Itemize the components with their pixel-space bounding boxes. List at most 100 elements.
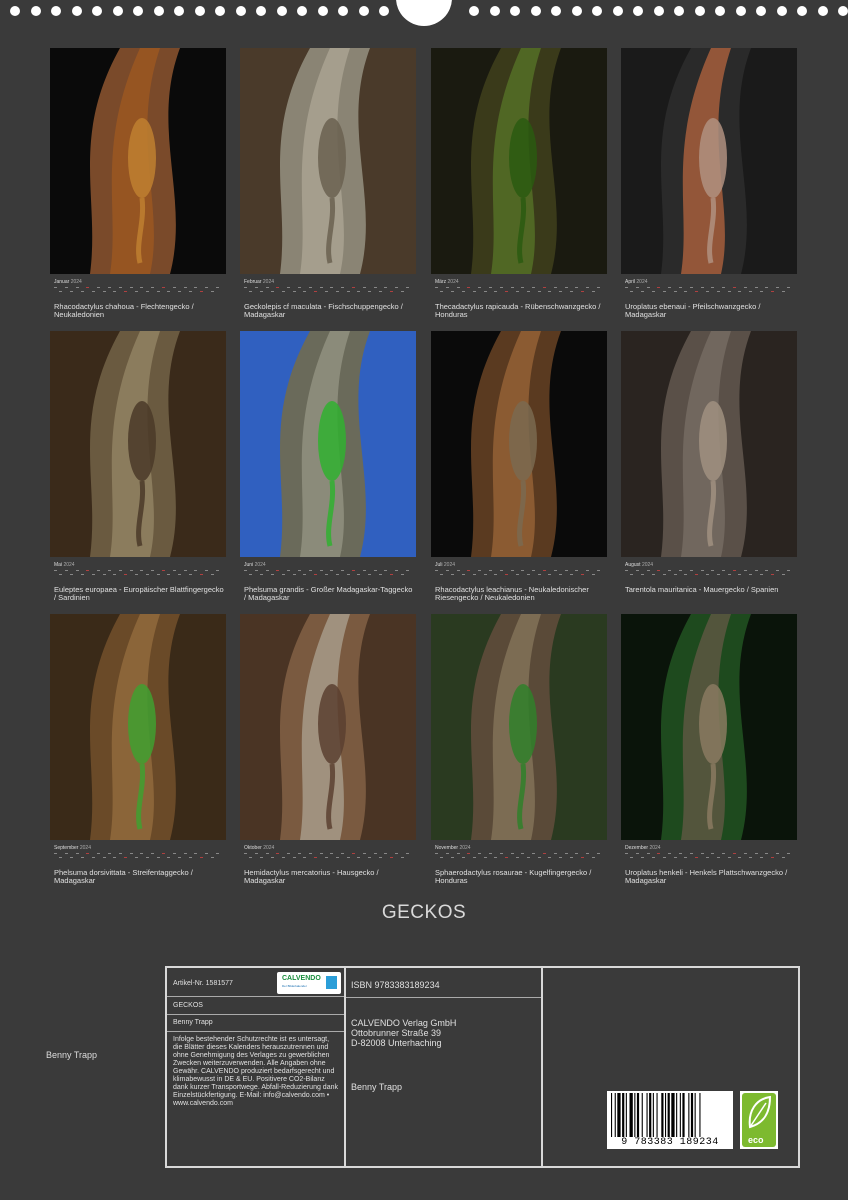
- day-mark: [86, 570, 90, 571]
- day-mark: [689, 853, 693, 854]
- barcode-bar: [667, 1093, 670, 1137]
- binding-hole: [653, 6, 664, 16]
- day-mark: [91, 857, 95, 858]
- barcode-bar: [688, 1093, 690, 1137]
- day-mark: [770, 574, 774, 575]
- day-mark: [172, 287, 176, 288]
- gecko-photo: [50, 331, 226, 557]
- day-mark: [727, 857, 731, 858]
- day-mark: [765, 853, 769, 854]
- day-mark: [54, 570, 57, 571]
- barcode-bar: [617, 1093, 621, 1137]
- day-mark: [162, 287, 165, 288]
- day-mark: [379, 291, 382, 292]
- day-mark: [64, 853, 68, 854]
- binding-hole: [194, 6, 205, 16]
- day-mark: [205, 570, 209, 571]
- day-mark: [156, 291, 160, 292]
- day-mark: [271, 857, 274, 858]
- day-mark: [341, 853, 345, 854]
- binding-hole: [797, 6, 807, 16]
- day-mark: [86, 287, 90, 288]
- day-mark: [776, 853, 780, 854]
- day-mark: [781, 291, 785, 292]
- binding-hole: [297, 6, 307, 16]
- day-mark: [662, 857, 666, 858]
- day-mark: [722, 287, 726, 288]
- binding-hole: [215, 6, 225, 16]
- day-mark: [526, 857, 530, 858]
- day-mark: [451, 857, 455, 858]
- day-mark: [75, 287, 79, 288]
- barcode-bar: [641, 1093, 643, 1137]
- day-mark: [445, 287, 449, 288]
- binding-hole: [30, 6, 41, 16]
- month-name: Mai 2024: [54, 562, 75, 568]
- day-mark: [630, 574, 634, 575]
- day-mark: [787, 853, 790, 854]
- day-mark: [102, 574, 106, 575]
- day-mark: [91, 574, 95, 575]
- day-mark: [325, 857, 328, 858]
- day-mark: [151, 287, 155, 288]
- isbn: ISBN 9783383189234: [351, 980, 440, 990]
- day-mark: [319, 570, 323, 571]
- day-mark: [244, 570, 247, 571]
- day-mark: [287, 287, 291, 288]
- day-mark: [64, 287, 68, 288]
- binding-hole: [71, 6, 82, 16]
- day-mark: [553, 570, 557, 571]
- binding-hole: [633, 6, 643, 16]
- day-mark: [118, 287, 122, 288]
- divider: [167, 1014, 344, 1015]
- day-mark: [435, 853, 438, 854]
- day-mark: [194, 287, 198, 288]
- barcode-bar: [614, 1093, 616, 1137]
- binding-hole: [756, 6, 766, 16]
- month-name: Juli 2024: [435, 562, 456, 568]
- day-mark: [395, 570, 399, 571]
- day-mark: [754, 570, 758, 571]
- day-mark: [499, 853, 503, 854]
- day-mark: [244, 853, 247, 854]
- day-mark: [706, 574, 709, 575]
- day-mark: [102, 291, 106, 292]
- day-mark: [341, 287, 345, 288]
- binding-hole: [530, 6, 541, 16]
- barcode-bar: [649, 1093, 652, 1137]
- barcode-bar: [636, 1093, 640, 1137]
- barcode-bar: [665, 1093, 667, 1137]
- day-mark: [521, 287, 525, 288]
- day-mark: [738, 291, 742, 292]
- gecko-photo: [621, 331, 797, 557]
- month-name: Oktober 2024: [244, 845, 275, 851]
- day-mark: [330, 570, 334, 571]
- day-mark: [575, 853, 579, 854]
- day-mark: [781, 574, 785, 575]
- day-mark: [325, 291, 328, 292]
- day-mark: [597, 287, 600, 288]
- day-mark: [54, 287, 57, 288]
- day-mark: [118, 570, 122, 571]
- day-mark: [467, 853, 471, 854]
- day-mark: [456, 570, 460, 571]
- day-mark: [314, 857, 318, 858]
- day-mark: [335, 574, 339, 575]
- day-mark: [319, 853, 323, 854]
- day-mark: [478, 287, 482, 288]
- binding-hole: [674, 6, 684, 16]
- day-mark: [435, 570, 438, 571]
- day-mark: [695, 857, 699, 858]
- gecko-photo: [431, 614, 607, 840]
- day-mark: [743, 853, 747, 854]
- day-mark: [189, 291, 192, 292]
- binding-hole: [551, 6, 561, 16]
- day-mark: [167, 574, 171, 575]
- day-mark: [440, 291, 444, 292]
- day-mark: [625, 570, 628, 571]
- day-grid: [435, 852, 605, 862]
- day-mark: [510, 853, 514, 854]
- day-mark: [292, 291, 296, 292]
- day-mark: [564, 570, 568, 571]
- day-mark: [575, 570, 579, 571]
